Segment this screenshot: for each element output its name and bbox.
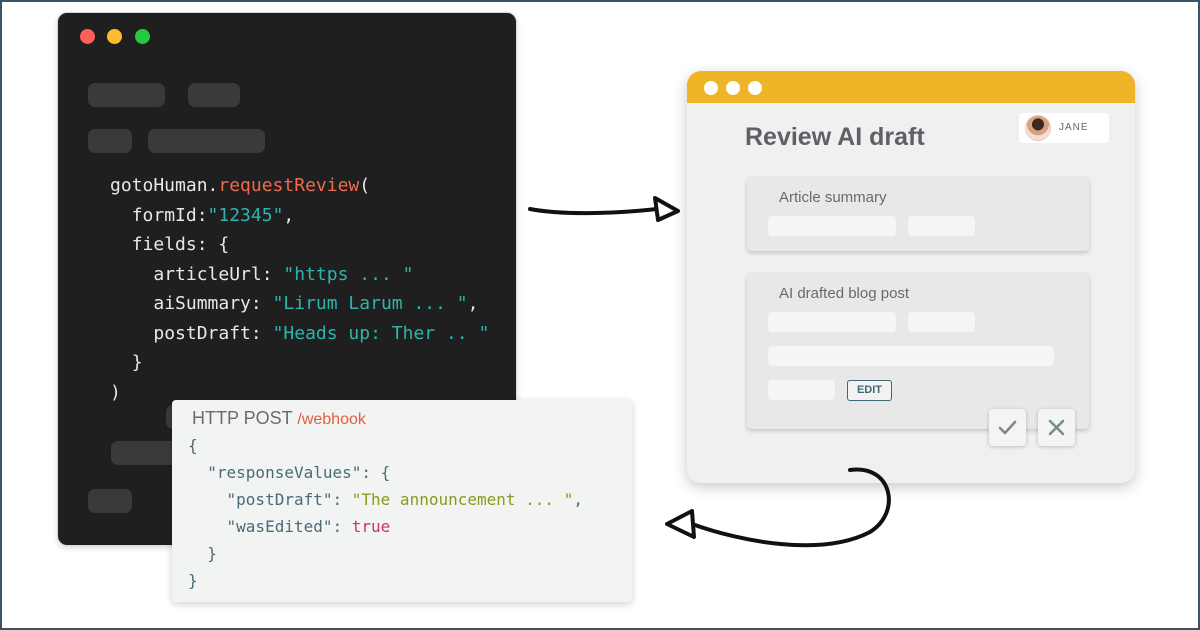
request-arrow xyxy=(528,196,680,222)
flow-arrows xyxy=(528,196,891,548)
response-arrow xyxy=(665,467,891,548)
